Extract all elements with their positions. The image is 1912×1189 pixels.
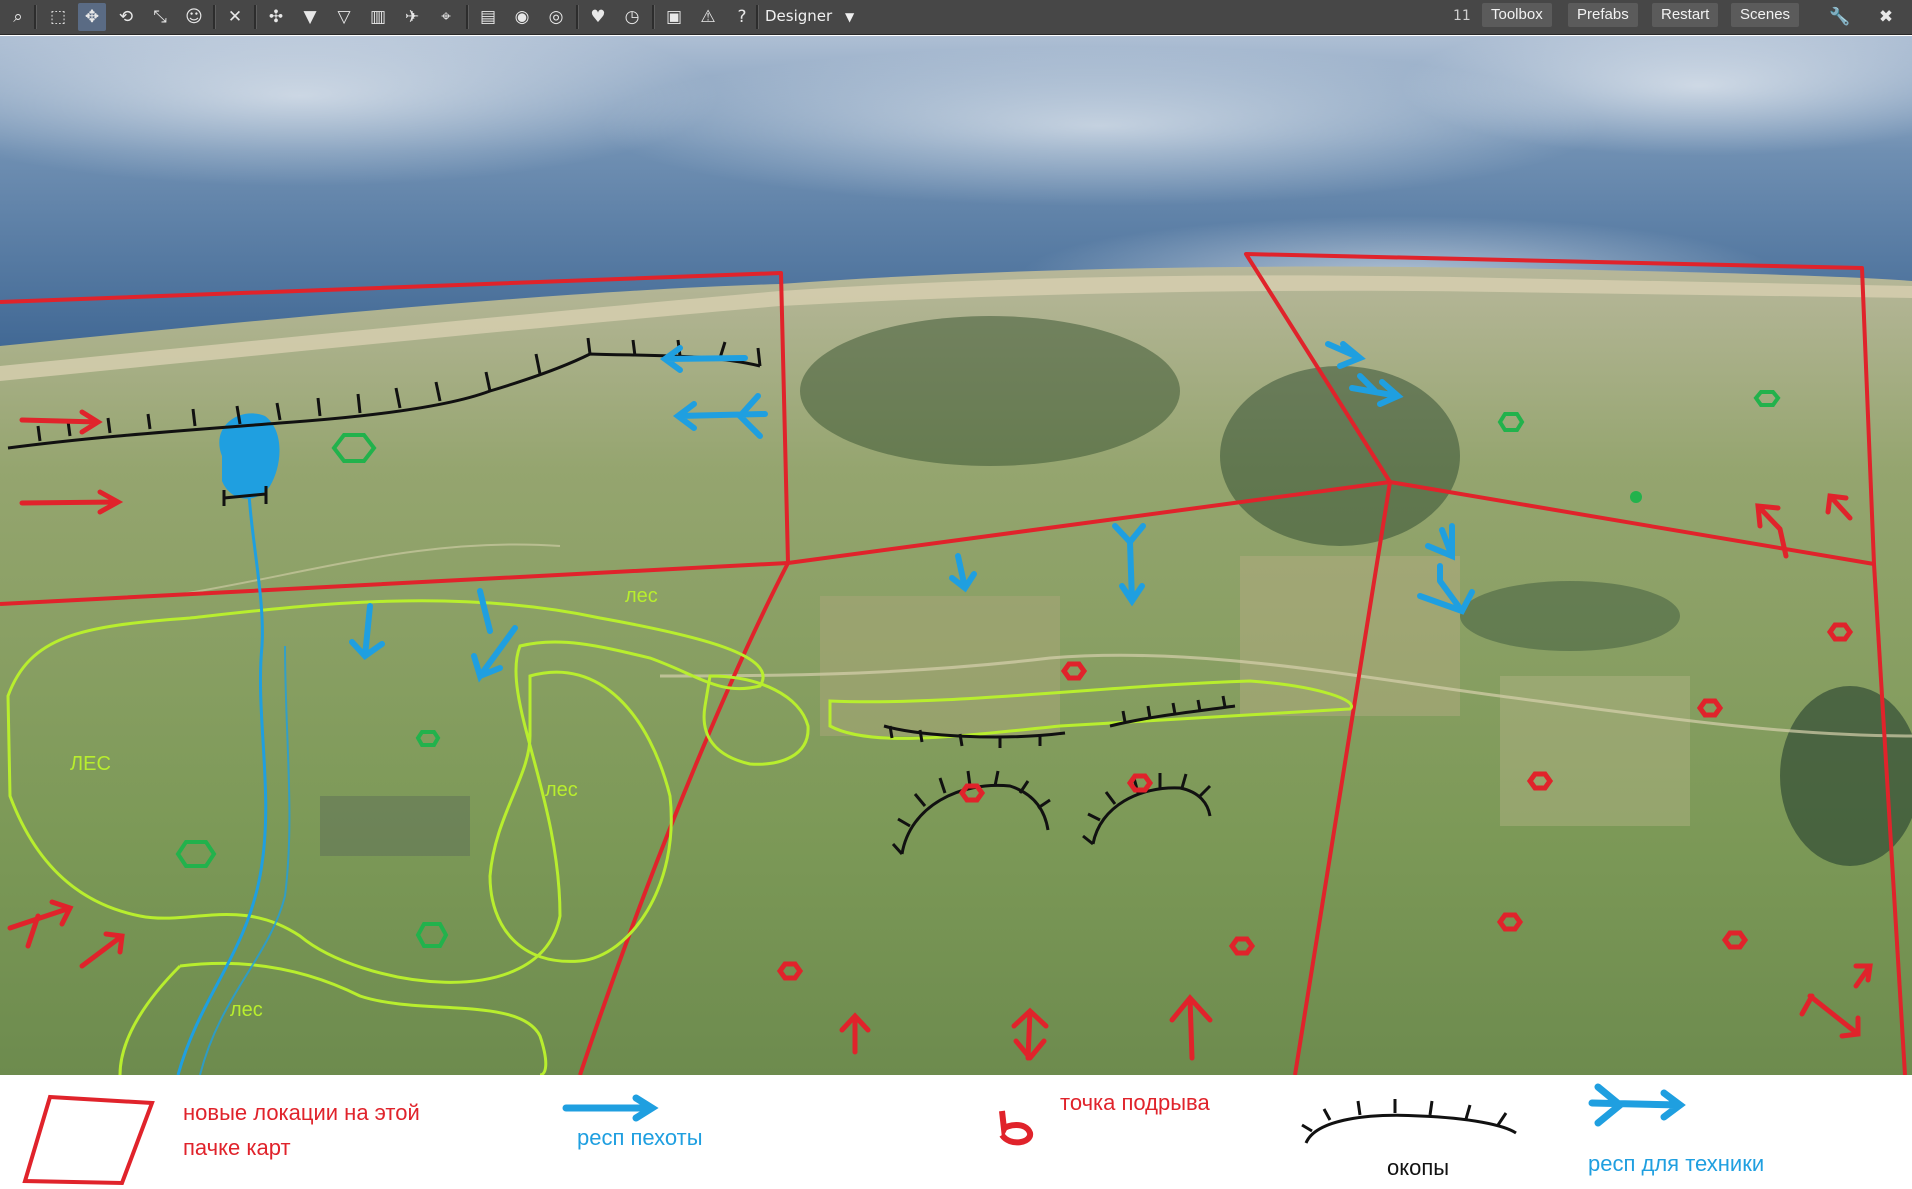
legend-trenches: окопы xyxy=(1387,1155,1450,1180)
field-patch xyxy=(820,596,1060,736)
toolbar-separator xyxy=(466,5,469,29)
legend-blast-icon xyxy=(999,1110,1033,1146)
wrench-icon[interactable]: 🔧 xyxy=(1826,3,1854,31)
toolbar-separator xyxy=(652,5,655,29)
forest-cluster xyxy=(1220,366,1460,546)
forest-label: лес xyxy=(545,779,578,801)
help-icon[interactable]: ? xyxy=(728,3,756,31)
heart-icon[interactable]: ♥ xyxy=(584,3,612,31)
rotate-tool-icon[interactable]: ⟲ xyxy=(112,3,140,31)
hex-marker xyxy=(1630,491,1642,503)
toolbar-separator xyxy=(34,5,37,29)
legend: новые локации на этой пачке карт респ пе… xyxy=(0,1075,1912,1189)
scale-tool-icon[interactable]: ⤡ xyxy=(146,3,174,31)
prefabs-button[interactable]: Prefabs xyxy=(1568,3,1638,27)
columns-icon[interactable]: ▥ xyxy=(364,3,392,31)
scenes-button[interactable]: Scenes xyxy=(1731,3,1800,27)
editor-toolbar: ⌕ ⬚ ✥ ⟲ ⤡ ☺ ✕ ✣ ▼ ▽ ▥ ✈ ⌖ ▤ ◉ ◎ ♥ ◷ ▣ ⚠ … xyxy=(0,0,1912,35)
legend-new-locations-line2: пачке карт xyxy=(183,1135,291,1160)
legend-blast-point: точка подрыва xyxy=(1060,1090,1210,1115)
forest-cluster xyxy=(1460,581,1680,651)
field-patch xyxy=(1240,556,1460,716)
legend-vehicle-spawn: респ для техники xyxy=(1588,1151,1765,1176)
move-tool-icon[interactable]: ✥ xyxy=(78,3,106,31)
close-tool-icon[interactable]: ✕ xyxy=(221,3,249,31)
forest-label: ЛЕС xyxy=(70,753,111,775)
search-icon[interactable]: ⌕ xyxy=(4,3,32,31)
restart-button[interactable]: Restart xyxy=(1652,3,1719,27)
forest-label: лес xyxy=(230,999,263,1021)
field-patch xyxy=(320,796,470,856)
legend-new-locations-line1: новые локации на этой xyxy=(183,1100,420,1125)
legend-vehicle-arrow-icon xyxy=(1588,1083,1686,1127)
warning-icon[interactable]: ⚠ xyxy=(694,3,722,31)
map-viewport[interactable]: лес ЛЕС лес лес xyxy=(0,36,1912,1075)
legend-infantry-arrow-icon xyxy=(562,1094,659,1122)
document-icon[interactable]: ▤ xyxy=(474,3,502,31)
smiley-icon[interactable]: ☺ xyxy=(180,3,208,31)
forest-cluster xyxy=(800,316,1180,466)
outline-triangle-icon[interactable]: ▽ xyxy=(330,3,358,31)
forest-label: лес xyxy=(625,585,658,607)
plane-icon[interactable]: ✈ xyxy=(398,3,426,31)
filled-triangle-icon[interactable]: ▼ xyxy=(296,3,324,31)
save-icon[interactable]: ▣ xyxy=(660,3,688,31)
toolbox-button[interactable]: Toolbox xyxy=(1482,3,1552,27)
toolbar-separator xyxy=(213,5,216,29)
legend-trench-icon xyxy=(1304,1113,1517,1144)
eye-icon[interactable]: ◉ xyxy=(508,3,536,31)
toolbar-separator xyxy=(254,5,257,29)
counter: 11 xyxy=(1453,8,1471,24)
timer-icon[interactable]: ◷ xyxy=(618,3,646,31)
chevron-down-icon[interactable]: ▼ xyxy=(845,10,854,24)
snap-icon[interactable]: ✣ xyxy=(262,3,290,31)
close-icon[interactable]: ✖ xyxy=(1872,3,1900,31)
map-canvas: лес ЛЕС лес лес xyxy=(0,36,1912,1075)
legend-zone-symbol xyxy=(22,1094,155,1186)
select-tool-icon[interactable]: ⬚ xyxy=(44,3,72,31)
eye-outline-icon[interactable]: ◎ xyxy=(542,3,570,31)
mode-dropdown[interactable]: Designer xyxy=(765,7,832,25)
toolbar-separator xyxy=(756,5,759,29)
crosshair-icon[interactable]: ⌖ xyxy=(432,3,460,31)
legend-infantry-spawn: респ пехоты xyxy=(577,1125,703,1150)
toolbar-separator xyxy=(576,5,579,29)
